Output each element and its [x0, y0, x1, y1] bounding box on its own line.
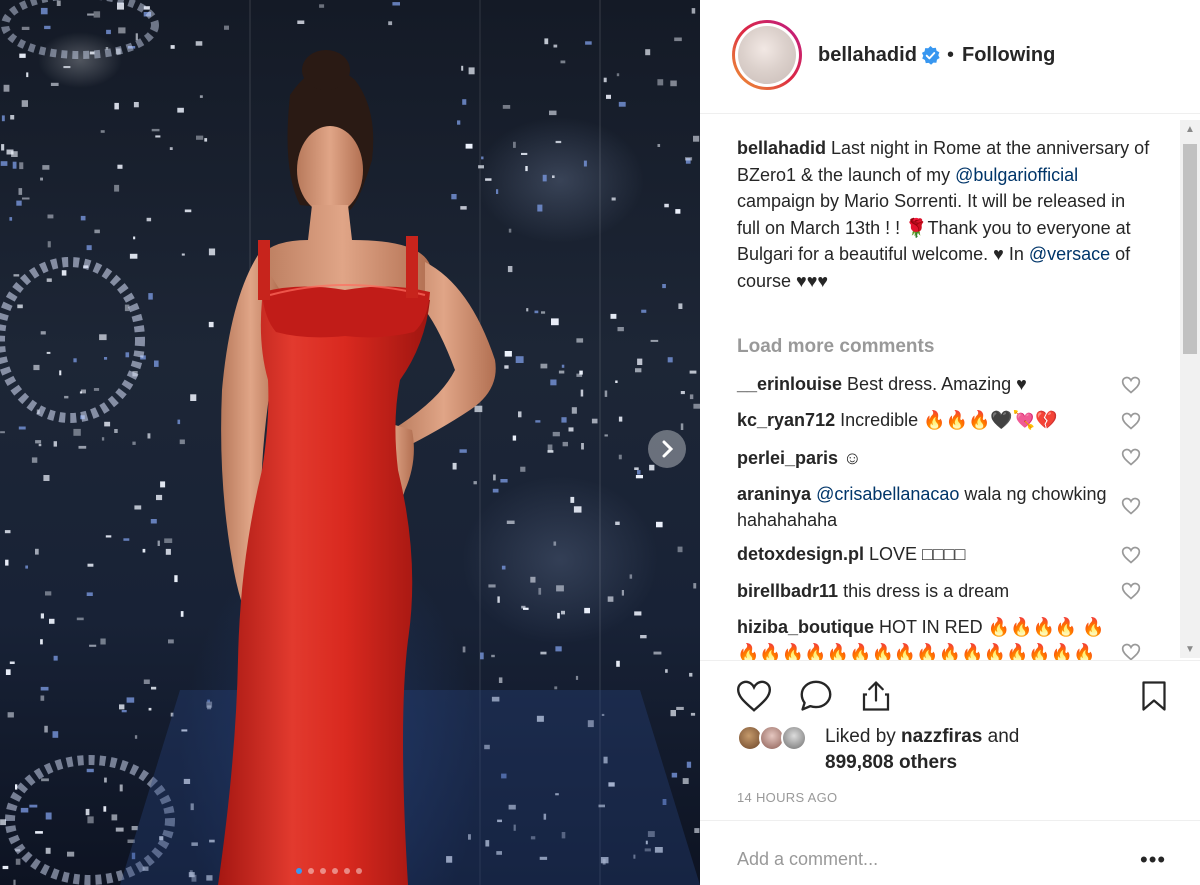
comments-list[interactable]: bellahadid Last night in Rome at the ann…: [700, 115, 1200, 660]
carousel-next-button[interactable]: [648, 430, 686, 468]
post-photo[interactable]: [0, 0, 700, 885]
add-comment-bar: •••: [700, 820, 1200, 885]
scroll-up-arrow-icon[interactable]: ▲: [1180, 120, 1200, 138]
scroll-thumb[interactable]: [1183, 144, 1197, 354]
save-button[interactable]: [1133, 675, 1175, 717]
comment-username[interactable]: detoxdesign.pl: [737, 544, 864, 564]
comment-button[interactable]: [795, 675, 837, 717]
post-username[interactable]: bellahadid: [818, 44, 917, 67]
scroll-down-arrow-icon[interactable]: ▼: [1180, 640, 1200, 658]
comment-mention[interactable]: @crisabellanacao: [816, 484, 959, 504]
comment-item: __erinlouise Best dress. Amazing ♥: [737, 371, 1117, 397]
carousel-dot: [332, 868, 338, 874]
comment-like-heart-icon[interactable]: [1121, 375, 1141, 395]
comment-like-heart-icon[interactable]: [1121, 545, 1141, 565]
comment-like-heart-icon[interactable]: [1121, 496, 1141, 516]
avatar-frame: [735, 23, 799, 87]
comment-username[interactable]: hiziba_boutique: [737, 617, 874, 637]
comment-like-heart-icon[interactable]: [1121, 411, 1141, 431]
following-button[interactable]: Following: [962, 44, 1055, 67]
comment-username[interactable]: araninya: [737, 484, 811, 504]
add-comment-input[interactable]: [737, 849, 1097, 870]
comment-like-heart-icon[interactable]: [1121, 447, 1141, 467]
comments-scrollbar[interactable]: ▲ ▼: [1180, 120, 1200, 658]
comment-item: detoxdesign.pl LOVE □□□□: [737, 541, 1117, 567]
share-icon: [862, 681, 890, 711]
load-more-comments-button[interactable]: Load more comments: [737, 336, 934, 358]
likes-prefix: Liked by: [825, 726, 902, 747]
carousel-dot: [296, 868, 302, 874]
share-button[interactable]: [855, 675, 897, 717]
comment-like-heart-icon[interactable]: [1121, 581, 1141, 601]
comment-item: birellbadr11 this dress is a dream: [737, 578, 1117, 604]
likes-suffix: and: [982, 726, 1020, 747]
caption-username[interactable]: bellahadid: [737, 138, 826, 158]
carousel-dot: [344, 868, 350, 874]
carousel-dot: [356, 868, 362, 874]
comment-text: Best dress. Amazing ♥: [842, 374, 1027, 394]
comment-like-heart-icon[interactable]: [1121, 642, 1141, 660]
likes-summary: Liked by nazzfiras and 899,808 others: [737, 724, 1167, 784]
comment-item: perlei_paris ☺: [737, 445, 1117, 471]
carousel-dot: [320, 868, 326, 874]
post-header: bellahadid • Following: [700, 0, 1200, 114]
bookmark-icon: [1142, 681, 1166, 711]
comment-icon: [800, 680, 832, 711]
likes-text[interactable]: Liked by nazzfiras and 899,808 others: [825, 724, 1019, 776]
caption-mention-versace[interactable]: @versace: [1029, 244, 1110, 264]
comment-username[interactable]: __erinlouise: [737, 374, 842, 394]
separator-dot: •: [947, 44, 955, 66]
comment-username[interactable]: perlei_paris: [737, 448, 838, 468]
more-options-button[interactable]: •••: [1140, 847, 1166, 873]
avatar[interactable]: [732, 20, 802, 90]
liker-avatar[interactable]: [781, 725, 807, 751]
carousel-dot: [308, 868, 314, 874]
post-timestamp[interactable]: 14 HOURS AGO: [737, 790, 837, 805]
caption-mention-bulgari[interactable]: @bulgariofficial: [955, 165, 1078, 185]
chevron-right-icon: [662, 440, 674, 458]
comment-item: hiziba_boutique HOT IN RED 🔥🔥🔥🔥 🔥🔥🔥🔥🔥🔥🔥🔥…: [737, 614, 1117, 660]
comment-text: this dress is a dream: [838, 581, 1010, 601]
model-figure: [218, 50, 496, 885]
carousel-dots: [296, 868, 362, 874]
likes-user[interactable]: nazzfiras: [901, 726, 982, 747]
like-button[interactable]: [733, 675, 775, 717]
likes-count[interactable]: 899,808 others: [825, 752, 957, 773]
verified-badge-icon: [921, 46, 940, 65]
comment-username[interactable]: birellbadr11: [737, 581, 838, 601]
comment-item: araninya @crisabellanacao wala ng chowki…: [737, 481, 1117, 533]
comment-item: kc_ryan712 Incredible 🔥🔥🔥🖤💘💔: [737, 407, 1117, 433]
comment-username[interactable]: kc_ryan712: [737, 410, 835, 430]
avatar-image: [738, 26, 796, 84]
comment-text: LOVE □□□□: [864, 544, 966, 564]
heart-icon: [736, 680, 772, 712]
comment-text: ☺: [838, 448, 862, 468]
post-side-panel: bellahadid • Following bellahadid Last n…: [700, 0, 1200, 885]
comment-text: Incredible 🔥🔥🔥🖤💘💔: [835, 410, 1058, 430]
post-caption: bellahadid Last night in Rome at the ann…: [737, 135, 1152, 295]
